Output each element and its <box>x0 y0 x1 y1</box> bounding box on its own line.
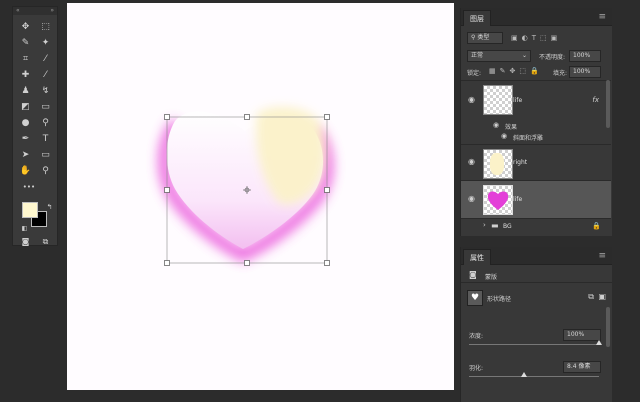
marquee-tool-icon[interactable]: ⬚ <box>39 21 52 34</box>
mask-icon: ◙ <box>469 270 477 279</box>
quick-mask-icon[interactable]: ◙ <box>19 235 32 248</box>
magic-wand-tool-icon[interactable]: ✦ <box>39 37 52 50</box>
more-tools-icon[interactable]: ••• <box>19 181 39 194</box>
layer-row-life-fx[interactable]: ◉ life fx <box>461 80 611 122</box>
layer-name: life <box>513 196 523 203</box>
panel-menu-icon[interactable]: ≡ <box>598 12 606 22</box>
stamp-tool-icon[interactable]: ♟ <box>19 85 32 98</box>
move-tool-icon[interactable]: ✥ <box>19 21 32 34</box>
lock-icons[interactable]: ▦✎✥⬚🔒 <box>489 67 559 75</box>
mask-label: 蒙版 <box>485 274 498 281</box>
blur-tool-icon[interactable]: ● <box>19 117 32 130</box>
folder-icon: ▬ <box>491 221 499 230</box>
foreground-color-swatch[interactable] <box>22 202 38 218</box>
pen-tool-icon[interactable]: ✒ <box>19 133 32 146</box>
layer-row-life-selected[interactable]: ◉ life <box>461 180 611 218</box>
path-selection-tool-icon[interactable]: ➤ <box>19 149 32 162</box>
brush-tool-icon[interactable]: ⁄ <box>39 69 52 82</box>
document-canvas[interactable] <box>67 3 454 390</box>
effects-label: 效果 <box>505 124 518 131</box>
layer-name: life <box>513 97 523 104</box>
panel-menu-icon[interactable]: ≡ <box>598 251 606 261</box>
lock-label: 锁定: <box>467 70 482 77</box>
expand-icon[interactable]: » <box>50 7 54 15</box>
gradient-tool-icon[interactable]: ▭ <box>39 101 52 114</box>
density-slider-track[interactable] <box>469 344 599 345</box>
type-tool-icon[interactable]: T <box>39 133 52 146</box>
opacity-input[interactable]: 100% <box>569 50 601 62</box>
mask-row: ◙ 蒙版 <box>461 269 612 283</box>
layers-panel: 图层 ≡ ⚲ 类型 ▣◐T⬚▣ 正常 ⌄ 不透明度: 100% 锁定: ▦✎✥⬚… <box>460 8 612 236</box>
feather-slider-thumb[interactable] <box>520 372 527 377</box>
layer-name: right <box>513 159 528 166</box>
history-brush-tool-icon[interactable]: ↯ <box>39 85 52 98</box>
effect-name: 斜面和浮雕 <box>513 135 544 142</box>
tools-panel-grip[interactable]: « » <box>13 7 57 15</box>
chevron-right-icon[interactable]: › <box>483 221 486 229</box>
tools-panel: « » ✥ ⬚ ✎ ✦ ⌗ ⁄ ✚ ⁄ ♟ ↯ ◩ ▭ ● ⚲ ✒ T ➤ ▭ ✋ ⚲ ••• ◧ ↰ ◙ ⧉ <box>12 6 58 246</box>
fill-value: 100% <box>573 68 591 75</box>
lasso-tool-icon[interactable]: ✎ <box>19 37 32 50</box>
select-mask-icon[interactable]: ⧉ <box>588 292 594 302</box>
canvas-artwork <box>67 3 454 390</box>
tab-properties[interactable]: 属性 <box>463 249 491 265</box>
layer-thumbnail <box>483 149 513 179</box>
tab-layers[interactable]: 图层 <box>463 10 491 26</box>
density-label: 浓度: <box>469 333 484 340</box>
feather-label: 羽化: <box>469 365 484 372</box>
crop-tool-icon[interactable]: ⌗ <box>19 53 32 66</box>
feather-slider-track[interactable] <box>469 376 599 377</box>
shape-path-row[interactable]: ♥ 形状路径 ⧉ ▣ <box>461 287 612 309</box>
yellow-shape-preview <box>490 153 504 175</box>
eye-icon[interactable]: ◉ <box>501 132 507 140</box>
eraser-tool-icon[interactable]: ◩ <box>19 101 32 114</box>
screen-mode-icon[interactable]: ⧉ <box>39 235 52 248</box>
heart-mask-icon: ♥ <box>467 290 483 306</box>
fx-icon[interactable]: fx <box>592 96 599 104</box>
lock-icon: 🔒 <box>592 222 601 230</box>
eye-icon[interactable]: ◉ <box>493 121 499 129</box>
layer-effect-bevel-row[interactable]: ◉ 斜面和浮雕 <box>461 132 611 144</box>
density-slider-thumb[interactable] <box>596 340 602 345</box>
collapse-icon[interactable]: « <box>16 7 20 15</box>
fill-input[interactable]: 100% <box>569 66 601 78</box>
layer-filter-select[interactable]: ⚲ 类型 <box>467 32 503 44</box>
layer-row-right[interactable]: ◉ right <box>461 144 611 182</box>
layers-panel-header: 图层 ≡ <box>461 8 612 26</box>
hand-tool-icon[interactable]: ✋ <box>19 165 32 178</box>
dodge-tool-icon[interactable]: ⚲ <box>39 117 52 130</box>
layer-thumbnail <box>483 185 513 215</box>
properties-panel: 属性 ≡ ◙ 蒙版 ♥ 形状路径 ⧉ ▣ 浓度: 100% 羽化: 8.4 像素 <box>460 247 612 402</box>
healing-brush-tool-icon[interactable]: ✚ <box>19 69 32 82</box>
layer-effects-row[interactable]: ◉ 效果 <box>461 121 611 132</box>
feather-input[interactable]: 8.4 像素 <box>563 361 601 373</box>
swap-colors-icon[interactable]: ↰ <box>43 201 56 214</box>
properties-panel-header: 属性 ≡ <box>461 247 612 265</box>
layer-name: BG <box>503 223 512 230</box>
shape-path-label: 形状路径 <box>487 296 512 303</box>
properties-scrollbar[interactable] <box>606 307 610 347</box>
layers-scrollbar[interactable] <box>606 80 610 128</box>
shape-tool-icon[interactable]: ▭ <box>39 149 52 162</box>
layer-filter-label: 类型 <box>477 34 490 41</box>
layer-filter-icons[interactable]: ▣◐T⬚▣ <box>511 34 601 42</box>
feather-value: 8.4 像素 <box>567 363 591 370</box>
eyedropper-tool-icon[interactable]: ⁄ <box>39 53 52 66</box>
eye-icon[interactable]: ◉ <box>468 95 475 104</box>
chevron-down-icon: ⌄ <box>521 52 527 59</box>
layer-thumbnail <box>483 85 513 115</box>
density-value: 100% <box>567 331 585 338</box>
eye-icon[interactable]: ◉ <box>468 157 475 166</box>
heart-icon <box>487 191 509 210</box>
zoom-tool-icon[interactable]: ⚲ <box>39 165 52 178</box>
eye-icon[interactable]: ◉ <box>468 194 475 203</box>
apply-mask-icon[interactable]: ▣ <box>598 292 606 301</box>
blend-mode-value: 正常 <box>471 52 484 59</box>
layer-group-bg[interactable]: › ▬ BG 🔒 <box>461 218 611 234</box>
default-colors-icon[interactable]: ◧ <box>18 222 31 235</box>
opacity-value: 100% <box>573 52 591 59</box>
blend-mode-select[interactable]: 正常 ⌄ <box>467 50 531 62</box>
